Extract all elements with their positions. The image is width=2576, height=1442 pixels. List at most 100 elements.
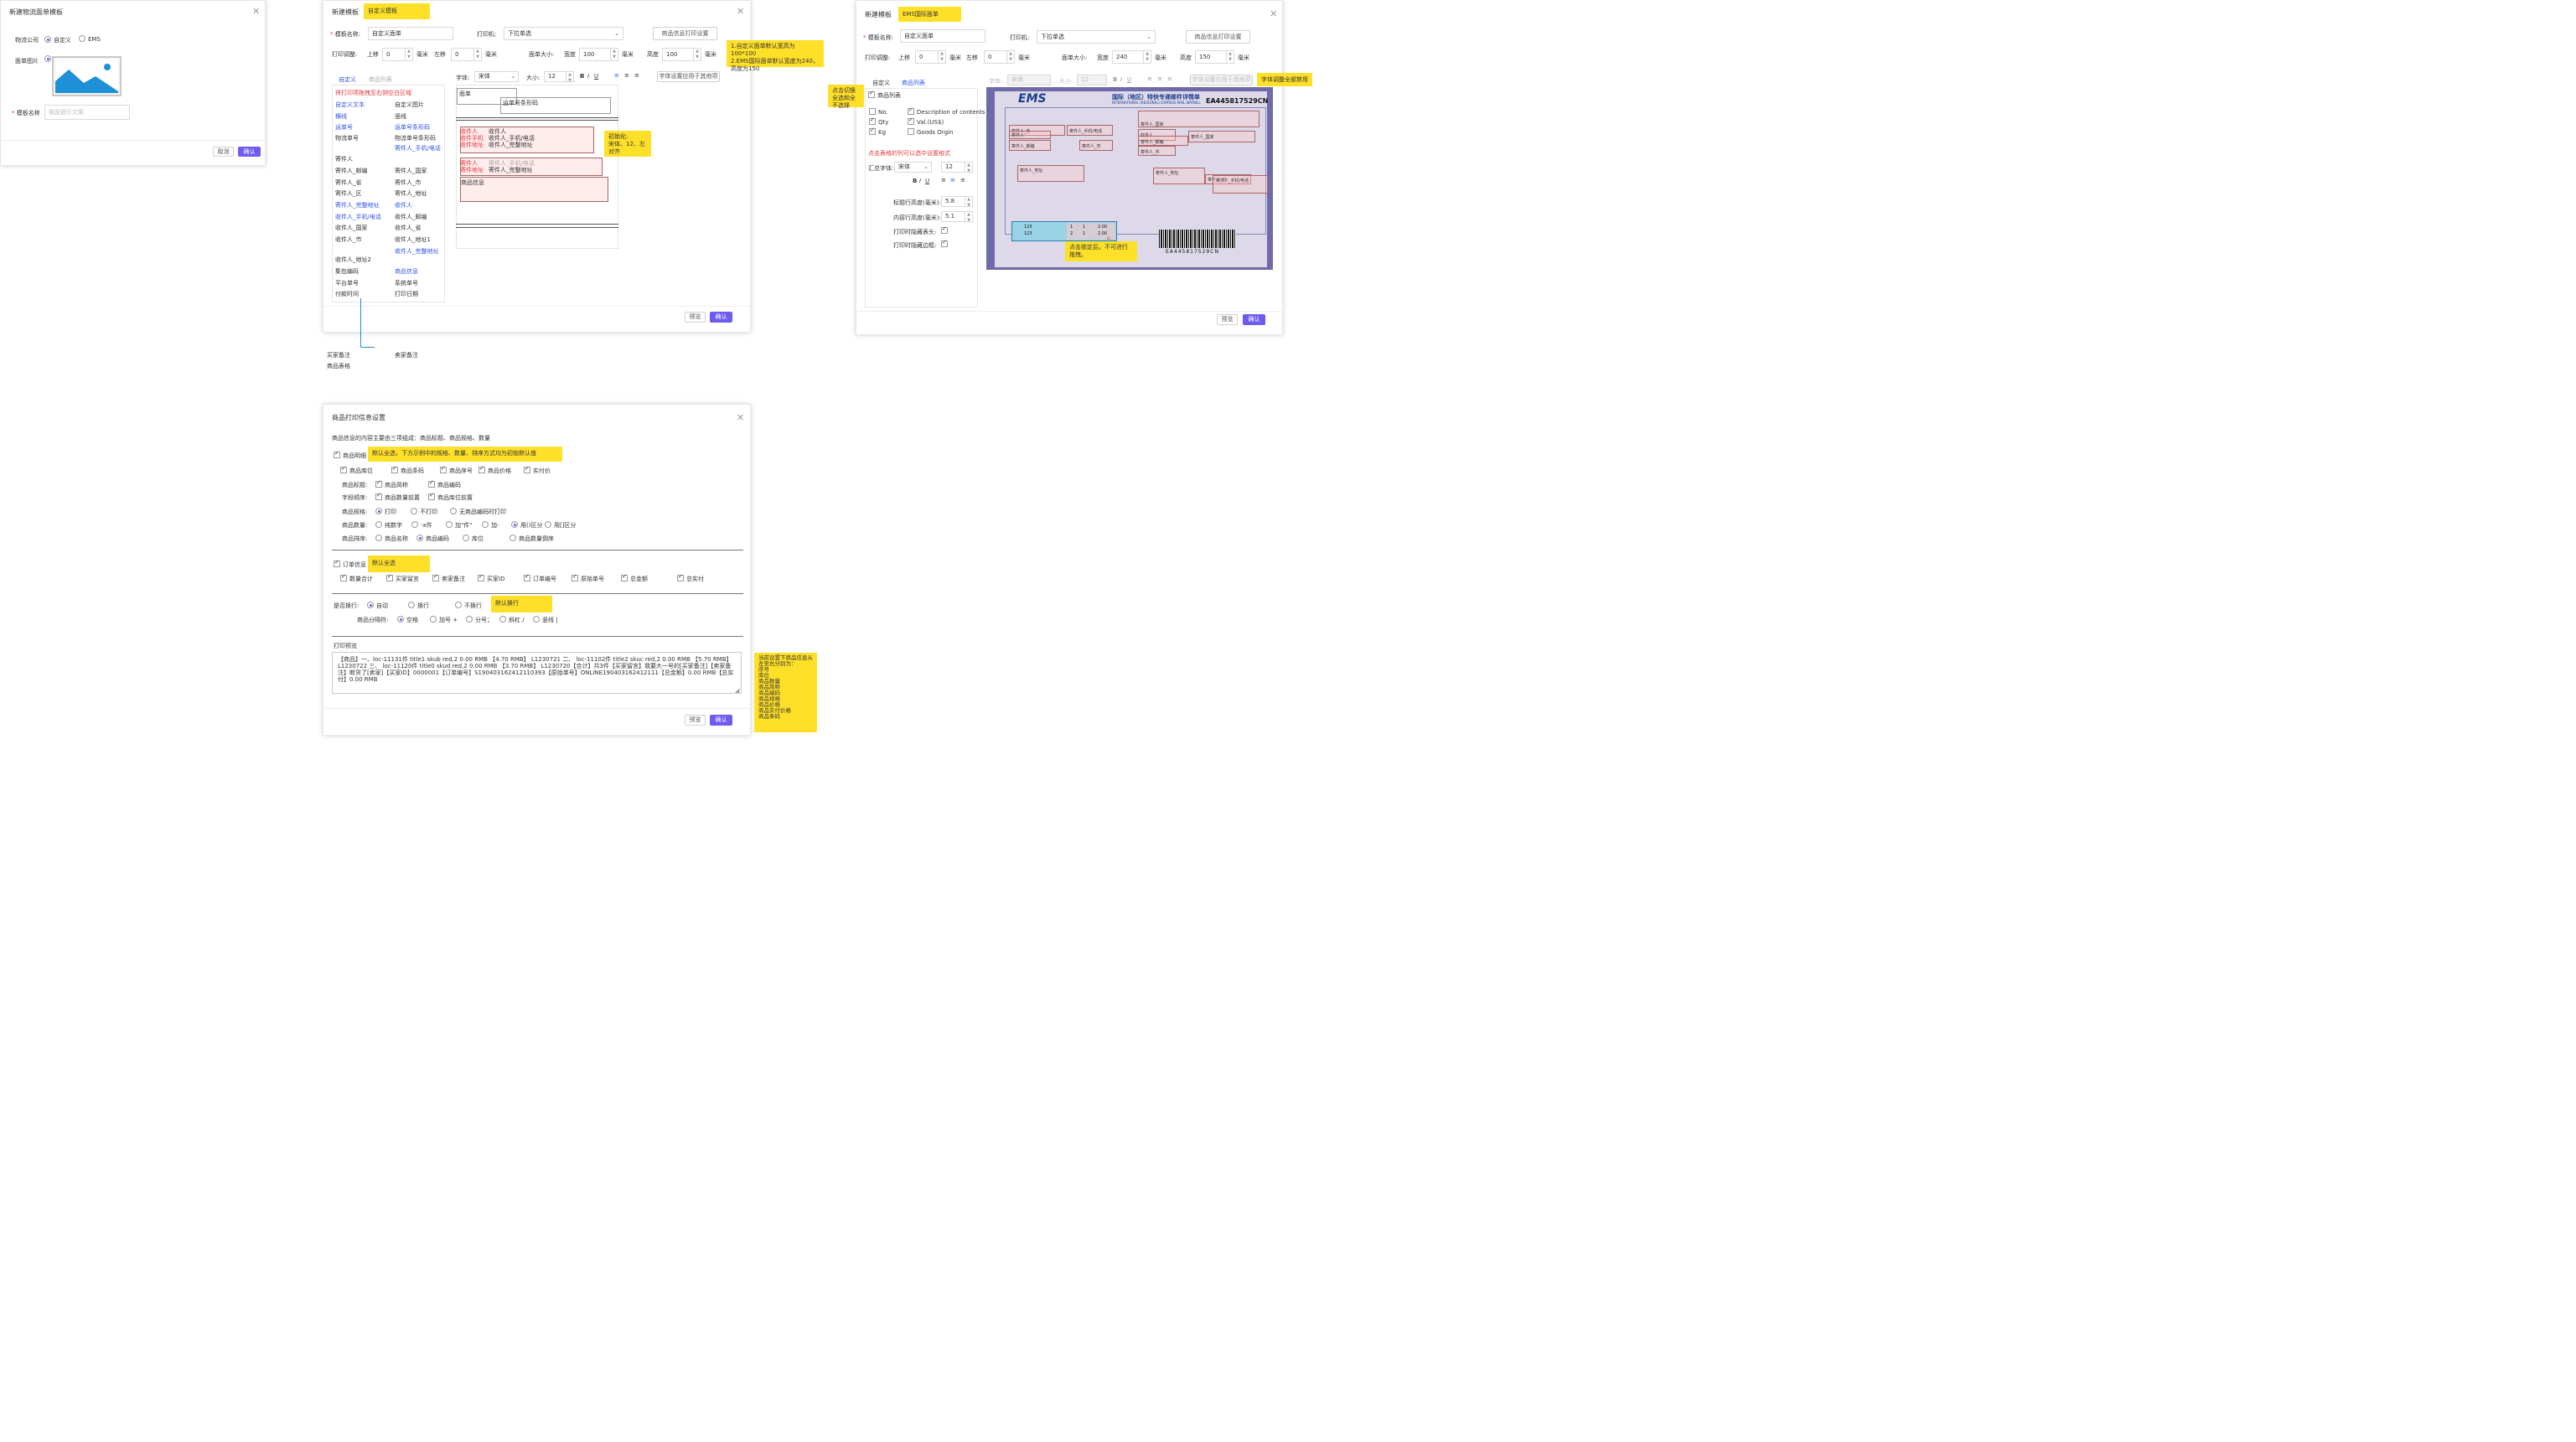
print-item[interactable]: 自定义图片 xyxy=(395,101,424,109)
ems-field-sender-city[interactable]: 寄件人_市 xyxy=(1079,140,1113,151)
print-item[interactable]: 寄件人_区 xyxy=(335,189,362,198)
ems-field-recv-zip[interactable]: 寄件人_邮编 xyxy=(1138,136,1188,146)
checkbox-icon[interactable] xyxy=(340,465,347,473)
radio-icon[interactable] xyxy=(397,616,404,623)
goods-list-toggle[interactable]: 商品列表 xyxy=(868,90,901,100)
print-item[interactable]: 运单号 xyxy=(335,123,353,132)
printer-select[interactable]: 下拉单选 ⌄ xyxy=(1037,30,1156,44)
confirm-button[interactable]: 确认 xyxy=(710,312,732,323)
column-checkbox[interactable]: Val.(US$) xyxy=(908,116,944,126)
checkbox-option[interactable]: 买家留言 xyxy=(386,573,419,583)
align-left-icon[interactable]: ≡ xyxy=(941,177,946,183)
checkbox-option[interactable]: 商品数量前置 xyxy=(375,492,420,502)
print-item[interactable]: 付款时间 xyxy=(335,290,359,298)
stepper-icon[interactable]: ▲ ▼ xyxy=(965,163,972,173)
radio-icon[interactable] xyxy=(446,521,453,528)
goods-print-settings-button[interactable]: 商品信息打印设置 xyxy=(1186,30,1250,44)
radio-icon[interactable] xyxy=(408,602,415,608)
checkbox-option[interactable]: 总金额 xyxy=(621,573,648,583)
checkbox-icon[interactable] xyxy=(908,116,914,125)
checkbox-icon[interactable] xyxy=(869,127,876,135)
radio-option[interactable]: 不打印 xyxy=(411,508,437,516)
template-name-input[interactable]: 自定义面单 xyxy=(368,27,453,40)
bold-icon[interactable]: B xyxy=(580,73,584,80)
radio-option[interactable]: 库位 xyxy=(463,535,484,543)
checkbox-option[interactable]: 总实付 xyxy=(677,573,704,583)
print-item[interactable]: 收件人_完整地址 xyxy=(395,247,439,256)
top-offset-input[interactable]: 0 ▲ ▼ xyxy=(382,48,413,61)
radio-icon[interactable] xyxy=(463,535,469,541)
height-input[interactable]: 100 ▲ ▼ xyxy=(662,48,701,61)
order-info-checkbox[interactable]: 订单信息 xyxy=(334,559,366,569)
radio-option[interactable]: 无商品编码时打印 xyxy=(450,508,506,516)
checkbox-option[interactable]: 商品编码 xyxy=(428,479,461,489)
print-item[interactable]: 物流单号条形码 xyxy=(395,134,436,142)
radio-option[interactable]: 自动 xyxy=(367,602,388,610)
italic-icon[interactable]: I xyxy=(587,73,589,80)
bold-icon[interactable]: B xyxy=(913,178,917,184)
ems-field-recv-phone[interactable]: 寄件人_手机/电话 xyxy=(1213,175,1268,194)
checkbox-icon[interactable] xyxy=(677,573,684,581)
print-item[interactable]: 自定义文本 xyxy=(335,101,365,109)
canvas-item-waybill-barcode[interactable]: 运单号条形码 xyxy=(500,97,611,114)
width-input[interactable]: 240 ▲ ▼ xyxy=(1112,50,1151,64)
radio-icon[interactable] xyxy=(499,616,506,623)
stepper-icon[interactable]: ▲ ▼ xyxy=(1226,51,1234,63)
print-item[interactable]: 横线 xyxy=(335,112,347,121)
checkbox-icon[interactable] xyxy=(524,465,530,473)
radio-icon[interactable] xyxy=(455,602,462,608)
checkbox-option[interactable]: 商品库位前置 xyxy=(428,492,473,502)
radio-icon[interactable] xyxy=(533,616,540,623)
checkbox-option[interactable]: 实付价 xyxy=(524,465,551,475)
radio-icon[interactable] xyxy=(545,521,551,528)
radio-option[interactable]: 斜杠 / xyxy=(499,616,525,624)
cancel-button[interactable]: 取消 xyxy=(213,147,234,157)
stepper-icon[interactable]: ▲ ▼ xyxy=(405,49,412,60)
checkbox-option[interactable]: 卖家备注 xyxy=(432,573,465,583)
left-offset-input[interactable]: 0 ▲ ▼ xyxy=(451,48,482,61)
radio-option[interactable]: 打印 xyxy=(375,508,396,516)
radio-icon[interactable] xyxy=(411,508,417,514)
print-item[interactable]: 系统单号 xyxy=(395,279,418,287)
ems-field-recv-city[interactable]: 寄件人_市 xyxy=(1138,146,1176,156)
resize-handle-icon[interactable]: ◢ xyxy=(735,687,739,694)
radio-icon[interactable] xyxy=(375,535,382,541)
align-right-icon[interactable]: ≡ xyxy=(960,177,965,183)
print-item[interactable]: 寄件人_完整地址 xyxy=(335,201,380,209)
stepper-icon[interactable]: ▲ ▼ xyxy=(610,49,618,60)
radio-option[interactable]: 空格 xyxy=(397,616,418,624)
close-icon[interactable]: ✕ xyxy=(737,6,744,17)
top-offset-input[interactable]: 0 ▲ ▼ xyxy=(915,50,946,64)
radio-icon[interactable] xyxy=(375,521,382,528)
radio-icon[interactable] xyxy=(416,535,423,541)
checkbox-icon[interactable] xyxy=(428,479,435,488)
radio-option[interactable]: 商品数量倒序 xyxy=(510,535,554,543)
stepper-icon[interactable]: ▲ ▼ xyxy=(566,72,573,83)
checkbox-icon[interactable] xyxy=(869,116,876,125)
print-item[interactable]: 寄件人_市 xyxy=(395,178,422,187)
radio-icon[interactable] xyxy=(411,521,418,528)
stepper-icon[interactable]: ▲ ▼ xyxy=(965,197,972,208)
hide-border-checkbox[interactable] xyxy=(941,239,950,248)
checkbox-icon[interactable] xyxy=(428,492,435,500)
checkbox-icon[interactable] xyxy=(391,465,398,473)
print-item[interactable]: 寄件人 xyxy=(335,155,353,163)
checkbox-icon[interactable] xyxy=(524,573,530,581)
goods-print-settings-button[interactable]: 商品信息打印设置 xyxy=(653,27,717,40)
radio-icon[interactable] xyxy=(510,535,516,541)
content-height-input[interactable]: 5.1 ▲ ▼ xyxy=(941,211,973,223)
radio-option[interactable]: -x件 xyxy=(411,521,432,530)
ems-field-recv-addr[interactable]: 寄件人_地址 xyxy=(1153,168,1205,184)
ems-field-recv-country[interactable]: 寄件人_国家 xyxy=(1188,131,1255,142)
sum-font-select[interactable]: 宋体 ⌄ xyxy=(894,162,932,173)
align-right-icon[interactable]: ≡ xyxy=(634,72,639,79)
radio-icon[interactable] xyxy=(482,521,489,528)
print-item[interactable]: 运单号条形码 xyxy=(395,123,430,132)
print-item[interactable]: 收件人_省 xyxy=(395,224,422,232)
checkbox-icon[interactable] xyxy=(375,479,382,488)
column-checkbox[interactable]: Goods Orgin xyxy=(908,128,953,136)
radio-ems[interactable]: EMS xyxy=(79,35,101,43)
print-item[interactable]: 竖线 xyxy=(395,112,406,121)
radio-option[interactable]: 用[]区分 xyxy=(545,521,576,530)
radio-option[interactable]: 不换行 xyxy=(455,602,482,610)
